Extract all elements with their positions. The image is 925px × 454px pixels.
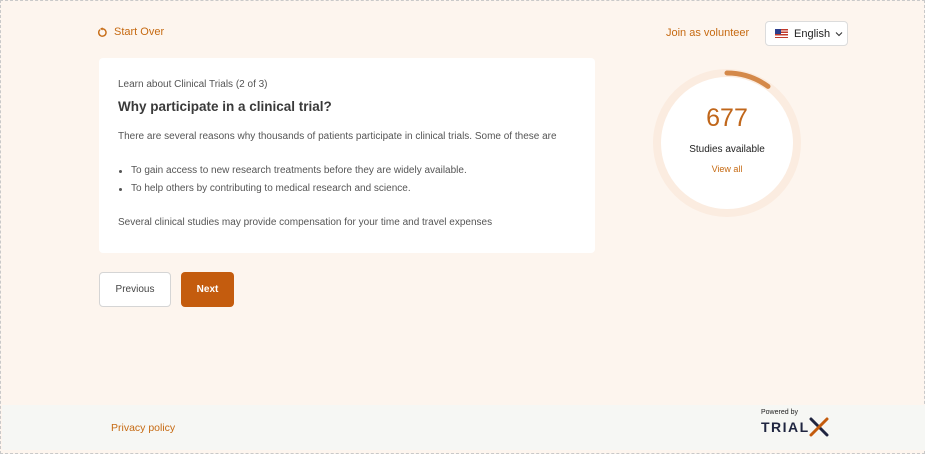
language-selector[interactable]: English (765, 21, 848, 46)
studies-label: Studies available (689, 144, 765, 155)
trialx-logo: TRIAL (761, 417, 829, 437)
reasons-list: To gain access to new research treatment… (118, 162, 578, 198)
logo-text: TRIAL (761, 419, 810, 435)
studies-count: 677 (706, 104, 748, 132)
app-frame: Start Over Join as volunteer English Lea… (0, 0, 925, 454)
join-volunteer-link[interactable]: Join as volunteer (666, 27, 749, 39)
card-intro: There are several reasons why thousands … (118, 131, 557, 142)
previous-button[interactable]: Previous (99, 272, 171, 307)
language-label: English (794, 27, 831, 40)
privacy-policy-link[interactable]: Privacy policy (111, 422, 175, 434)
card-closing: Several clinical studies may provide com… (118, 217, 493, 228)
list-item: To help others by contributing to medica… (118, 180, 578, 198)
footer: Privacy policy Powered by TRIAL (2, 405, 925, 450)
start-over-label: Start Over (114, 26, 165, 38)
info-card: Learn about Clinical Trials (2 of 3) Why… (99, 58, 595, 253)
next-button[interactable]: Next (181, 272, 234, 307)
x-logo-icon (809, 417, 829, 437)
start-over-link[interactable]: Start Over (97, 26, 164, 38)
studies-widget: 677 Studies available View all (651, 67, 803, 219)
powered-by-label: Powered by (761, 409, 798, 416)
progress-ring (653, 69, 801, 217)
view-all-link[interactable]: View all (651, 164, 803, 174)
step-indicator: Learn about Clinical Trials (2 of 3) (118, 79, 268, 90)
card-heading: Why participate in a clinical trial? (118, 99, 332, 114)
chevron-down-icon (835, 31, 843, 36)
us-flag-icon (775, 29, 788, 38)
restart-icon (98, 26, 107, 37)
list-item: To gain access to new research treatment… (118, 162, 578, 180)
